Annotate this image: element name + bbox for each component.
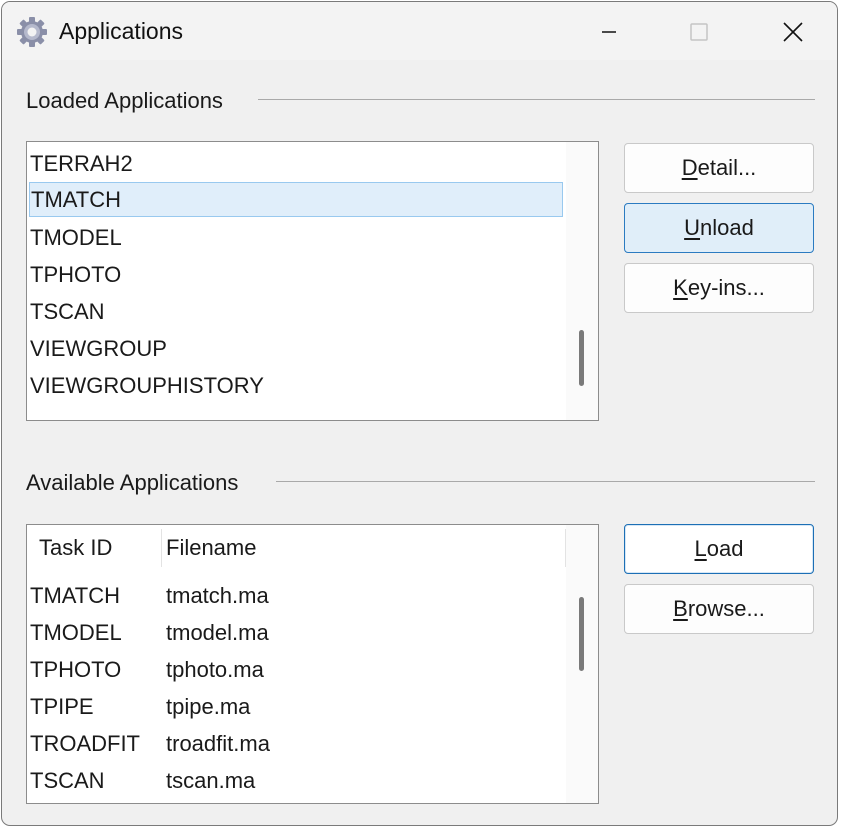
list-item[interactable]: TSCAN xyxy=(29,294,563,329)
close-icon xyxy=(783,22,803,42)
loaded-applications-label: Loaded Applications xyxy=(26,88,223,113)
task-id-cell: TSCAN xyxy=(30,768,105,793)
applications-dialog: Applications Loaded Applications TERRAH2… xyxy=(1,1,838,826)
column-header-task-id[interactable]: Task ID xyxy=(39,525,112,571)
loaded-list-scrollbar[interactable] xyxy=(566,142,598,420)
filename-cell: tscan.ma xyxy=(166,768,256,793)
column-header-filename[interactable]: Filename xyxy=(166,525,256,571)
filename-cell: tphoto.ma xyxy=(166,657,264,682)
close-button[interactable] xyxy=(770,12,816,52)
filename-cell: tmatch.ma xyxy=(166,583,269,608)
list-item[interactable]: TMODEL xyxy=(29,220,563,255)
detail-button[interactable]: Detail... xyxy=(624,143,814,193)
task-id-cell: TPIPE xyxy=(30,694,94,719)
list-item[interactable]: VIEWGROUPHISTORY xyxy=(29,368,563,403)
browse-button-mnemonic: B xyxy=(673,596,688,621)
filename-cell: troadfit.ma xyxy=(166,731,270,756)
minimize-icon xyxy=(602,31,616,33)
unload-button-mnemonic: U xyxy=(684,215,701,240)
detail-button-label: etail... xyxy=(697,155,757,180)
scrollbar-thumb[interactable] xyxy=(579,330,584,386)
task-id-cell: TMATCH xyxy=(30,583,121,608)
key-ins-button-label: ey-ins... xyxy=(687,275,765,300)
task-id-cell: TROADFIT xyxy=(30,731,140,756)
maximize-button[interactable] xyxy=(676,12,722,52)
available-applications-table[interactable]: Task ID Filename TMATCH tmatch.ma TMODEL… xyxy=(26,524,599,804)
browse-button-label: rowse... xyxy=(687,596,765,621)
list-item[interactable]: VIEWGROUP xyxy=(29,331,563,366)
task-id-cell: TPHOTO xyxy=(30,657,122,682)
title-bar[interactable]: Applications xyxy=(2,2,837,60)
browse-button[interactable]: Browse... xyxy=(624,584,814,634)
unload-button[interactable]: Unload xyxy=(624,203,814,253)
key-ins-button-mnemonic: K xyxy=(673,275,688,300)
minimize-button[interactable] xyxy=(586,12,632,52)
column-separator[interactable] xyxy=(161,529,162,567)
loaded-divider xyxy=(258,99,815,100)
maximize-icon xyxy=(690,23,708,41)
available-divider xyxy=(276,481,815,482)
list-item[interactable]: TPHOTO xyxy=(29,257,563,292)
available-table-scrollbar[interactable] xyxy=(566,525,598,803)
load-button-label: oad xyxy=(706,536,744,561)
scrollbar-thumb[interactable] xyxy=(579,597,584,671)
list-item-selected[interactable]: TMATCH xyxy=(29,182,563,217)
filename-cell: tmodel.ma xyxy=(166,620,269,645)
filename-cell: tpipe.ma xyxy=(166,694,251,719)
load-button[interactable]: Load xyxy=(624,524,814,574)
task-id-cell: TMODEL xyxy=(30,620,122,645)
detail-button-mnemonic: D xyxy=(681,155,698,180)
loaded-applications-list[interactable]: TERRAH2 TMATCH TMODEL TPHOTO TSCAN VIEWG… xyxy=(26,141,599,421)
window-title: Applications xyxy=(59,18,184,44)
list-item[interactable]: TERRAH2 xyxy=(29,146,563,181)
gear-icon xyxy=(17,17,47,47)
unload-button-label: nload xyxy=(700,215,754,240)
key-ins-button[interactable]: Key-ins... xyxy=(624,263,814,313)
available-applications-label: Available Applications xyxy=(26,470,239,495)
load-button-mnemonic: L xyxy=(694,536,707,561)
